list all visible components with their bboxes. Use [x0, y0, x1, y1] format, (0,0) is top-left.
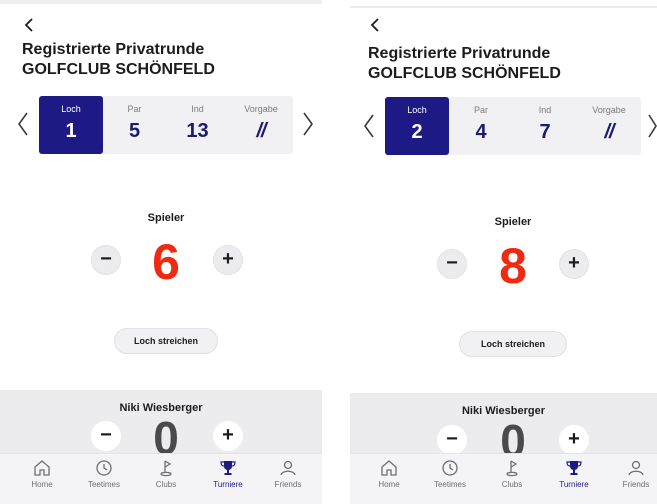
tab-clubs-label: Clubs	[501, 480, 523, 489]
hole-number-cell[interactable]: Loch 1	[39, 96, 103, 154]
home-icon	[34, 460, 50, 476]
strike-hole-button[interactable]: Loch streichen	[459, 331, 567, 357]
friend-increase-button[interactable]: +	[559, 425, 589, 455]
tab-bar: Home Teetimes Clubs Turniere Friends	[0, 453, 322, 504]
player-score: 8	[499, 238, 527, 294]
round-title: Registrierte Privatrunde	[22, 41, 205, 58]
ind-value: 7	[539, 121, 551, 143]
tab-friends-label: Friends	[274, 480, 302, 489]
friend-decrease-button[interactable]: −	[91, 421, 121, 451]
loch-label: Loch	[407, 105, 427, 115]
status-divider	[350, 6, 657, 8]
tab-home[interactable]: Home	[359, 458, 419, 489]
tab-friends[interactable]: Friends	[258, 458, 318, 489]
tab-turniere-label: Turniere	[213, 480, 243, 489]
trophy-icon	[220, 461, 236, 475]
loch-value: 1	[65, 120, 77, 142]
tab-turniere-label: Turniere	[559, 480, 589, 489]
home-icon	[381, 460, 397, 476]
club-name: GOLFCLUB SCHÖNFELD	[368, 65, 561, 82]
tab-turniere[interactable]: Turniere	[544, 458, 604, 489]
vorgabe-label: Vorgabe	[244, 104, 278, 114]
previous-hole-chevron-icon[interactable]	[16, 111, 30, 137]
person-icon	[280, 460, 296, 476]
screen-hole-1: Registrierte Privatrunde GOLFCLUB SCHÖNF…	[0, 0, 322, 504]
vorgabe-value: //	[256, 120, 266, 142]
tab-bar: Home Teetimes Clubs Turniere Friends	[350, 453, 657, 504]
friend-increase-button[interactable]: +	[213, 421, 243, 451]
back-arrow-icon[interactable]	[368, 16, 382, 34]
par-value: 5	[128, 120, 141, 142]
next-hole-chevron-icon[interactable]	[647, 113, 657, 139]
strike-hole-button[interactable]: Loch streichen	[114, 328, 218, 354]
tab-clubs-label: Clubs	[155, 480, 177, 489]
player-score: 6	[152, 234, 180, 290]
tab-home[interactable]: Home	[12, 458, 72, 489]
tab-friends-label: Friends	[622, 480, 650, 489]
friend-decrease-button[interactable]: −	[437, 425, 467, 455]
tab-home-label: Home	[31, 480, 53, 489]
loch-label: Loch	[61, 104, 81, 114]
decrease-score-button[interactable]: −	[91, 245, 121, 275]
flag-icon	[506, 460, 518, 477]
ind-label: Ind	[191, 104, 204, 114]
index-cell: Ind 7	[513, 97, 577, 155]
back-arrow-icon[interactable]	[22, 16, 36, 34]
ind-value: 13	[186, 120, 209, 142]
tab-friends[interactable]: Friends	[606, 458, 657, 489]
tab-clubs[interactable]: Clubs	[136, 458, 196, 489]
person-icon	[628, 460, 644, 476]
vorgabe-label: Vorgabe	[592, 105, 626, 115]
tab-teetimes-label: Teetimes	[433, 480, 466, 489]
index-cell: Ind 13	[166, 96, 229, 154]
vorgabe-cell: Vorgabe //	[577, 97, 641, 155]
hole-info-card: Loch 1 Par 5 Ind 13 Vorgabe //	[39, 96, 293, 154]
next-hole-chevron-icon[interactable]	[301, 111, 315, 137]
previous-hole-chevron-icon[interactable]	[362, 113, 376, 139]
ind-label: Ind	[538, 105, 552, 115]
par-label: Par	[127, 104, 142, 114]
hole-info-card: Loch 2 Par 4 Ind 7 Vorgabe //	[385, 97, 641, 155]
clock-icon	[442, 460, 458, 476]
player-label: Spieler	[147, 212, 185, 224]
par-value: 4	[475, 121, 487, 143]
club-name: GOLFCLUB SCHÖNFELD	[22, 61, 215, 78]
tab-clubs[interactable]: Clubs	[482, 458, 542, 489]
par-cell: Par 4	[449, 97, 513, 155]
tab-turniere[interactable]: Turniere	[198, 458, 258, 489]
par-cell: Par 5	[103, 96, 166, 154]
tab-home-label: Home	[378, 480, 400, 489]
screen-hole-2: Registrierte Privatrunde GOLFCLUB SCHÖNF…	[350, 0, 657, 504]
par-label: Par	[473, 105, 488, 115]
decrease-score-button[interactable]: −	[437, 249, 467, 279]
status-divider	[0, 0, 322, 4]
vorgabe-value: //	[604, 121, 614, 143]
round-title: Registrierte Privatrunde	[368, 45, 551, 62]
vorgabe-cell: Vorgabe //	[229, 96, 293, 154]
tab-teetimes-label: Teetimes	[87, 480, 120, 489]
tab-teetimes[interactable]: Teetimes	[420, 458, 480, 489]
player-label: Spieler	[494, 216, 532, 228]
loch-value: 2	[411, 121, 423, 143]
flag-icon	[160, 460, 172, 477]
increase-score-button[interactable]: +	[559, 249, 589, 279]
clock-icon	[96, 460, 112, 476]
trophy-icon	[566, 461, 582, 475]
tab-teetimes[interactable]: Teetimes	[74, 458, 134, 489]
increase-score-button[interactable]: +	[213, 245, 243, 275]
hole-number-cell[interactable]: Loch 2	[385, 97, 449, 155]
